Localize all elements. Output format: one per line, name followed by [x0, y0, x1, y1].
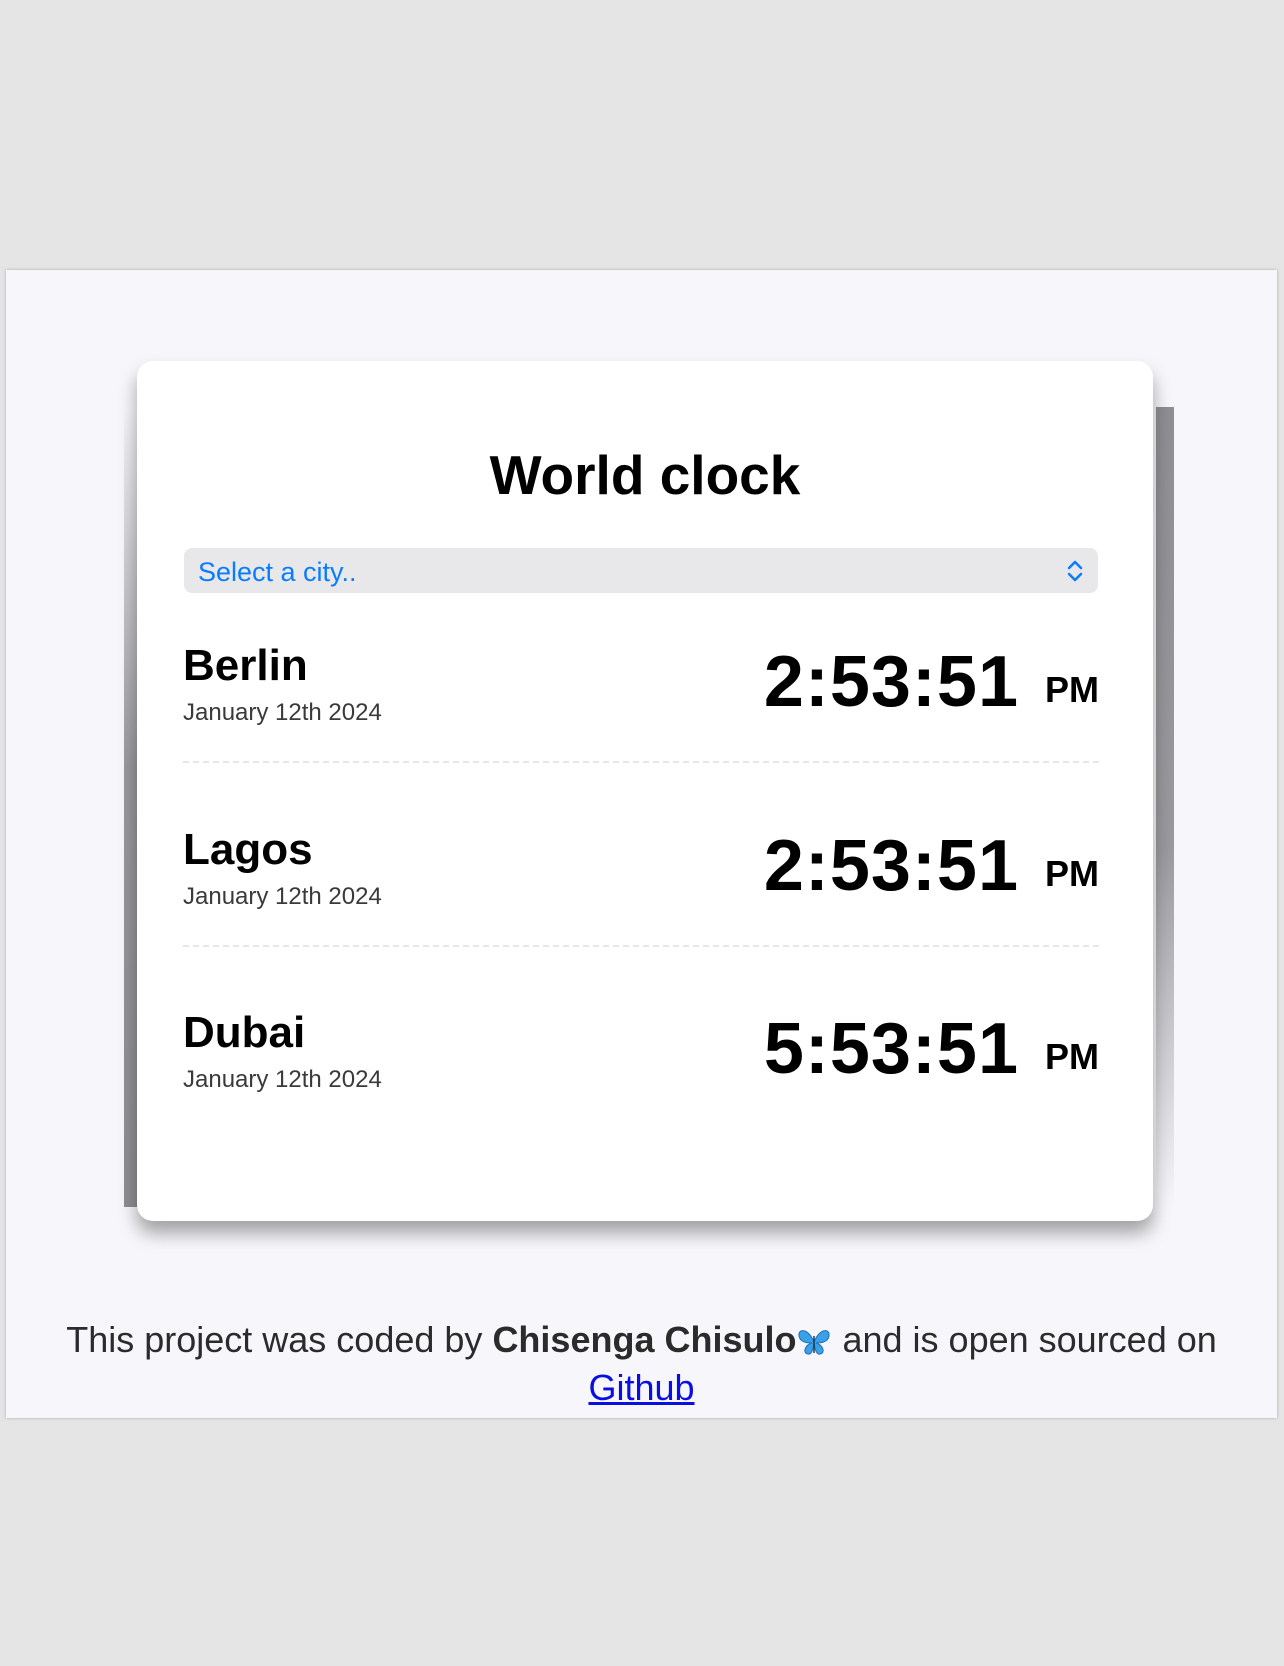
- footer: This project was coded by Chisenga Chisu…: [6, 1316, 1277, 1412]
- butterfly-icon: [798, 1330, 830, 1356]
- footer-prefix: This project was coded by: [66, 1319, 483, 1360]
- city-select-value: Select a city..: [198, 557, 357, 587]
- footer-suffix: and is open sourced on: [842, 1319, 1217, 1360]
- city-row-lagos: Lagos January 12th 2024 2:53:51 PM: [183, 825, 1099, 947]
- city-time: 5:53:51: [763, 1009, 1019, 1089]
- github-link[interactable]: Github: [588, 1367, 694, 1408]
- city-time: 2:53:51: [763, 642, 1019, 722]
- city-select[interactable]: Select a city..: [184, 548, 1098, 593]
- city-ampm: PM: [1045, 853, 1099, 894]
- city-row-dubai: Dubai January 12th 2024 5:53:51 PM: [183, 1008, 1099, 1128]
- city-date: January 12th 2024: [183, 699, 382, 726]
- city-time: 2:53:51: [763, 826, 1019, 906]
- city-date: January 12th 2024: [183, 1066, 382, 1093]
- chevron-up-down-icon: [1067, 560, 1083, 582]
- city-ampm: PM: [1045, 1036, 1099, 1077]
- page-title: World clock: [489, 444, 801, 506]
- city-name: Berlin: [183, 641, 308, 690]
- world-clock-card: World clock Select a city.. Berlin Janua…: [137, 361, 1153, 1221]
- footer-author: Chisenga Chisulo: [492, 1319, 797, 1360]
- city-name: Lagos: [183, 825, 313, 874]
- city-name: Dubai: [183, 1008, 306, 1057]
- city-row-berlin: Berlin January 12th 2024 2:53:51 PM: [183, 641, 1099, 763]
- card-shadow-right: [1156, 407, 1174, 1207]
- city-date: January 12th 2024: [183, 883, 382, 910]
- page-frame: World clock Select a city.. Berlin Janua…: [6, 270, 1277, 1418]
- city-ampm: PM: [1045, 669, 1099, 710]
